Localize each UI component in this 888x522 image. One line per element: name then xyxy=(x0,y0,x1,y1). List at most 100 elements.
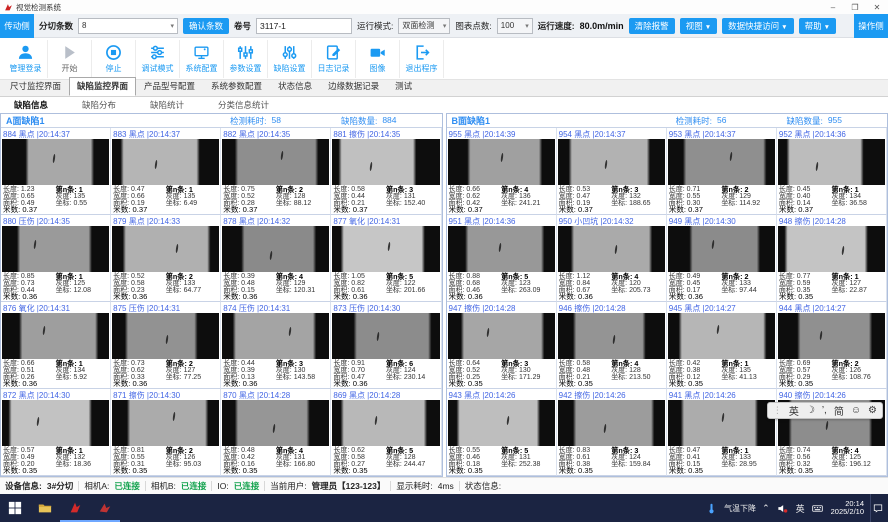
defect-cell[interactable]: 941 黑点 |20:14:26长度: 0.47宽度: 0.41面积: 0.15… xyxy=(667,389,777,476)
defect-cell[interactable]: 945 黑点 |20:14:27长度: 0.42宽度: 0.38面积: 0.12… xyxy=(667,302,777,389)
maximize-button[interactable]: ❐ xyxy=(844,0,866,14)
defect-thumbnail[interactable] xyxy=(558,313,665,359)
defect-cell[interactable]: 955 黑点 |20:14:39长度: 0.66宽度: 0.62面积: 0.42… xyxy=(447,128,557,215)
defect-thumbnail[interactable] xyxy=(778,313,885,359)
weather-text[interactable]: 气温下降 xyxy=(724,503,756,514)
operator-side-button[interactable]: 操作侧 xyxy=(854,14,888,38)
defect-thumbnail[interactable] xyxy=(222,226,329,272)
defect-cell[interactable]: 953 黑点 |20:14:37长度: 0.71宽度: 0.55面积: 0.30… xyxy=(667,128,777,215)
defect-thumbnail[interactable] xyxy=(668,226,775,272)
start-button[interactable] xyxy=(0,494,30,522)
app-icon-red-2[interactable] xyxy=(90,494,120,522)
sub-tab-4[interactable]: 分类信息统计 xyxy=(218,99,269,111)
data-access-menu-button[interactable]: 数据快捷访问▼ xyxy=(722,18,793,34)
main-tab-4[interactable]: 系统参数配置 xyxy=(203,77,270,96)
defect-cell[interactable]: 869 黑点 |20:14:28长度: 0.62宽度: 0.58面积: 0.27… xyxy=(331,389,441,476)
defect-thumbnail[interactable] xyxy=(2,313,109,359)
run-mode-select[interactable]: 双面检测 ▾ xyxy=(398,18,450,34)
defect-cell[interactable]: 950 小凹坑 |20:14:32长度: 1.12宽度: 0.84面积: 0.6… xyxy=(557,215,667,302)
defect-cell[interactable]: 948 擦伤 |20:14:28长度: 0.77宽度: 0.59面积: 0.35… xyxy=(777,215,887,302)
ribbon-button-5[interactable]: 系统配置 xyxy=(180,40,224,78)
defect-thumbnail[interactable] xyxy=(668,139,775,185)
defect-thumbnail[interactable] xyxy=(448,400,555,446)
ribbon-button-6[interactable]: 参数设置 xyxy=(224,40,268,78)
defect-cell[interactable]: 877 氧化 |20:14:31长度: 1.05宽度: 0.82面积: 0.61… xyxy=(331,215,441,302)
taskbar-clock[interactable]: 20:14 2025/2/10 xyxy=(831,500,864,517)
slit-count-select[interactable]: 8 ▾ xyxy=(78,18,178,34)
defect-thumbnail[interactable] xyxy=(112,400,219,446)
defect-thumbnail[interactable] xyxy=(222,400,329,446)
thermometer-icon[interactable] xyxy=(704,501,718,515)
ribbon-button-10[interactable]: 退出程序 xyxy=(400,40,444,78)
defect-thumbnail[interactable] xyxy=(2,400,109,446)
defect-cell[interactable]: 870 黑点 |20:14:28长度: 0.48宽度: 0.42面积: 0.16… xyxy=(221,389,331,476)
main-tab-3[interactable]: 产品型号配置 xyxy=(136,77,203,96)
language-indicator[interactable]: 英 xyxy=(796,502,805,515)
defect-cell[interactable]: 878 黑点 |20:14:32长度: 0.39宽度: 0.48面积: 0.15… xyxy=(221,215,331,302)
confirm-count-button[interactable]: 确认条数 xyxy=(183,18,229,34)
defect-cell[interactable]: 876 氧化 |20:14:31长度: 0.66宽度: 0.51面积: 0.26… xyxy=(1,302,111,389)
defect-thumbnail[interactable] xyxy=(222,139,329,185)
ime-simplified-button[interactable]: 简 xyxy=(834,403,844,418)
defect-thumbnail[interactable] xyxy=(558,226,665,272)
defect-cell[interactable]: 873 压伤 |20:14:30长度: 0.91宽度: 0.70面积: 0.47… xyxy=(331,302,441,389)
defect-thumbnail[interactable] xyxy=(112,226,219,272)
main-tab-2[interactable]: 缺陷监控界面 xyxy=(69,77,136,96)
defect-cell[interactable]: 882 黑点 |20:14:35长度: 0.75宽度: 0.52面积: 0.28… xyxy=(221,128,331,215)
defect-cell[interactable]: 871 擦伤 |20:14:30长度: 0.81宽度: 0.55面积: 0.31… xyxy=(111,389,221,476)
ribbon-button-7[interactable]: 缺陷设置 xyxy=(268,40,312,78)
clear-alarm-button[interactable]: 清除报警 xyxy=(629,18,675,34)
chevron-up-icon[interactable]: ⌃ xyxy=(762,503,770,514)
ribbon-button-3[interactable]: 停止 xyxy=(92,40,136,78)
drive-side-button[interactable]: 传动侧 xyxy=(0,14,34,38)
file-explorer-icon[interactable] xyxy=(30,494,60,522)
defect-thumbnail[interactable] xyxy=(332,139,439,185)
defect-thumbnail[interactable] xyxy=(2,139,109,185)
notification-icon[interactable] xyxy=(870,494,884,522)
defect-thumbnail[interactable] xyxy=(332,226,439,272)
defect-thumbnail[interactable] xyxy=(558,400,665,446)
defect-thumbnail[interactable] xyxy=(668,400,775,446)
defect-thumbnail[interactable] xyxy=(778,139,885,185)
defect-cell[interactable]: 946 擦伤 |20:14:28长度: 0.58宽度: 0.48面积: 0.21… xyxy=(557,302,667,389)
ime-emoji-button[interactable]: ☺ xyxy=(851,405,861,416)
defect-thumbnail[interactable] xyxy=(448,226,555,272)
defect-thumbnail[interactable] xyxy=(558,139,665,185)
sub-tab-2[interactable]: 缺陷分布 xyxy=(82,99,116,111)
defect-thumbnail[interactable] xyxy=(668,313,775,359)
defect-cell[interactable]: 954 黑点 |20:14:37长度: 0.53宽度: 0.47面积: 0.19… xyxy=(557,128,667,215)
defect-cell[interactable]: 944 黑点 |20:14:27长度: 0.69宽度: 0.57面积: 0.29… xyxy=(777,302,887,389)
defect-cell[interactable]: 942 擦伤 |20:14:26长度: 0.83宽度: 0.61面积: 0.38… xyxy=(557,389,667,476)
help-menu-button[interactable]: 帮助▼ xyxy=(799,18,836,34)
defect-cell[interactable]: 952 黑点 |20:14:36长度: 0.45宽度: 0.40面积: 0.14… xyxy=(777,128,887,215)
defect-cell[interactable]: 943 黑点 |20:14:26长度: 0.55宽度: 0.46面积: 0.18… xyxy=(447,389,557,476)
defect-cell[interactable]: 875 压伤 |20:14:31长度: 0.73宽度: 0.62面积: 0.33… xyxy=(111,302,221,389)
defect-cell[interactable]: 947 擦伤 |20:14:28长度: 0.64宽度: 0.52面积: 0.25… xyxy=(447,302,557,389)
main-tab-7[interactable]: 测试 xyxy=(387,77,420,96)
defect-cell[interactable]: 879 黑点 |20:14:33长度: 0.52宽度: 0.58面积: 0.23… xyxy=(111,215,221,302)
defect-cell[interactable]: 872 黑点 |20:14:30长度: 0.57宽度: 0.49面积: 0.20… xyxy=(1,389,111,476)
ime-punct-button[interactable]: ’, xyxy=(822,405,827,416)
view-menu-button[interactable]: 视图▼ xyxy=(680,18,717,34)
defect-thumbnail[interactable] xyxy=(778,226,885,272)
app-icon-red-1[interactable] xyxy=(60,494,90,522)
ribbon-button-4[interactable]: 调试模式 xyxy=(136,40,180,78)
defect-cell[interactable]: 951 黑点 |20:14:36长度: 0.88宽度: 0.68面积: 0.46… xyxy=(447,215,557,302)
defect-thumbnail[interactable] xyxy=(448,313,555,359)
ribbon-button-8[interactable]: 日志记录 xyxy=(312,40,356,78)
ime-settings-button[interactable]: ⚙ xyxy=(868,405,877,416)
ime-lang-button[interactable]: 英 xyxy=(789,403,799,418)
defect-thumbnail[interactable] xyxy=(332,400,439,446)
ribbon-button-9[interactable]: 图像 xyxy=(356,40,400,78)
defect-thumbnail[interactable] xyxy=(2,226,109,272)
main-tab-6[interactable]: 边缘数据记录 xyxy=(320,77,387,96)
keyboard-icon[interactable] xyxy=(811,501,825,515)
defect-thumbnail[interactable] xyxy=(332,313,439,359)
defect-cell[interactable]: 881 擦伤 |20:14:35长度: 0.58宽度: 0.44面积: 0.21… xyxy=(331,128,441,215)
roll-number-input[interactable] xyxy=(256,18,352,34)
volume-icon[interactable] xyxy=(776,501,790,515)
main-tab-1[interactable]: 尺寸监控界面 xyxy=(2,77,69,96)
defect-cell[interactable]: 949 黑点 |20:14:30长度: 0.49宽度: 0.45面积: 0.17… xyxy=(667,215,777,302)
minimize-button[interactable]: – xyxy=(822,0,844,14)
defect-thumbnail[interactable] xyxy=(112,313,219,359)
